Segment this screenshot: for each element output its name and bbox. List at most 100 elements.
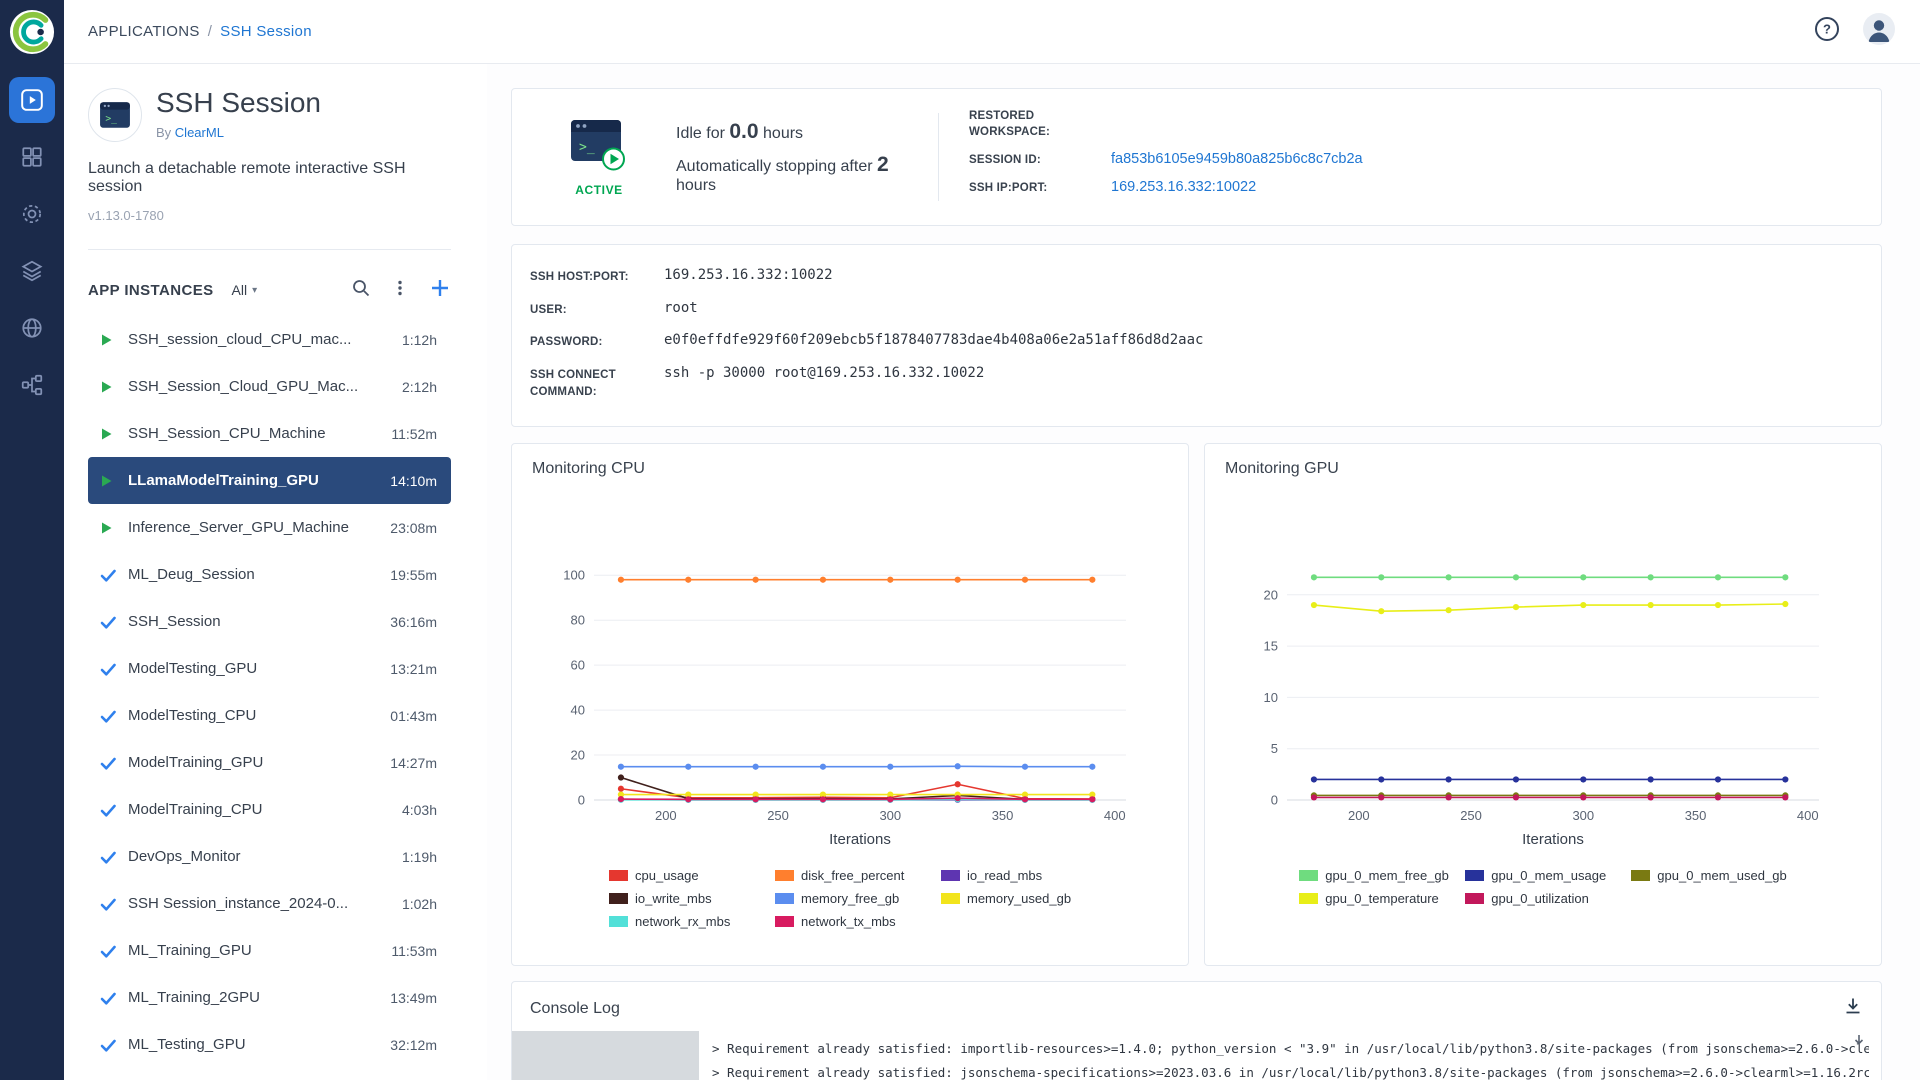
gpu-monitoring-card: Monitoring GPU 05101520200250300350400It…	[1204, 443, 1882, 966]
instance-row[interactable]: ML_Training_GPU11:53m	[88, 927, 451, 974]
instance-row[interactable]: ModelTesting_CPU01:43m	[88, 692, 451, 739]
session-id-link[interactable]: fa853b6105e9459b80a825b6c8c7cb2a	[1111, 151, 1363, 167]
clearml-vendor-link[interactable]: ClearML	[175, 125, 224, 140]
svg-text:80: 80	[571, 613, 585, 628]
instance-name: ModelTesting_CPU	[128, 707, 378, 724]
instance-row[interactable]: LLamaModelTraining_GPU14:10m	[88, 457, 451, 504]
app-sidebar: >_ SSH Session By ClearML Launch a detac…	[64, 64, 487, 1080]
app-byline: By ClearML	[156, 125, 321, 140]
svg-text:Iterations: Iterations	[1522, 831, 1584, 848]
instance-duration: 1:19h	[402, 849, 437, 865]
svg-text:200: 200	[1348, 808, 1370, 823]
session-id-label: SESSION ID:	[969, 152, 1111, 169]
chevron-down-icon: ▾	[252, 285, 257, 296]
legend-item[interactable]: gpu_0_mem_used_gb	[1631, 868, 1786, 883]
completed-status-icon	[98, 847, 128, 867]
nav-reports-icon[interactable]	[9, 305, 55, 351]
legend-item[interactable]: io_read_mbs	[941, 868, 1091, 883]
instance-row[interactable]: ML_Deug_Session19:55m	[88, 551, 451, 598]
instance-row[interactable]: ModelTraining_GPU14:27m	[88, 739, 451, 786]
legend-item[interactable]: cpu_usage	[609, 868, 759, 883]
user-avatar[interactable]	[1862, 12, 1896, 51]
legend-swatch	[775, 870, 794, 881]
vertical-divider	[938, 113, 939, 201]
instance-row[interactable]: SSH_Session36:16m	[88, 598, 451, 645]
add-instance-button[interactable]	[429, 277, 451, 304]
instance-duration: 36:16m	[390, 614, 437, 630]
instance-name: SSH Session_instance_2024-0...	[128, 895, 390, 912]
running-status-icon	[98, 332, 128, 348]
instance-name: ModelTesting_GPU	[128, 660, 378, 677]
gpu-chart-legend: gpu_0_mem_free_gb gpu_0_mem_usage gpu_0_me…	[1225, 868, 1861, 906]
legend-item[interactable]: gpu_0_utilization	[1465, 891, 1615, 906]
legend-item[interactable]: gpu_0_mem_usage	[1465, 868, 1615, 883]
legend-item[interactable]: memory_free_gb	[775, 891, 925, 906]
instance-duration: 11:52m	[391, 426, 437, 442]
instance-row[interactable]: DevOps_Monitor 1:19h	[88, 833, 451, 880]
breadcrumb-current-page[interactable]: SSH Session	[220, 23, 312, 40]
download-log-icon[interactable]	[1843, 996, 1863, 1021]
instance-row[interactable]: SSH_Session_Cloud_GPU_Mac...2:12h	[88, 363, 451, 410]
log-line: > Requirement already satisfied: jsonsch…	[712, 1061, 1869, 1080]
completed-status-icon	[98, 706, 128, 726]
instance-name: SSH_Session_Cloud_GPU_Mac...	[128, 378, 390, 395]
instance-row[interactable]: SSH_Session_CPU_Machine11:52m	[88, 410, 451, 457]
instance-name: DevOps_Monitor	[128, 848, 390, 865]
info-value: root	[664, 300, 698, 316]
instance-name: SSH_session_cloud_CPU_mac...	[128, 331, 390, 348]
ssh-ip-port-link[interactable]: 169.253.16.332:10022	[1111, 179, 1256, 195]
clearml-logo-icon[interactable]	[9, 9, 55, 55]
legend-item[interactable]: memory_used_gb	[941, 891, 1091, 906]
instance-name: ML_Training_2GPU	[128, 989, 378, 1006]
svg-text:40: 40	[571, 703, 585, 718]
nav-workers-icon[interactable]	[9, 191, 55, 237]
completed-status-icon	[98, 894, 128, 914]
svg-text:250: 250	[767, 808, 789, 823]
connection-info-card: SSH HOST:PORT:169.253.16.332:10022USER:r…	[511, 244, 1882, 427]
legend-item[interactable]: io_write_mbs	[609, 891, 759, 906]
instance-row[interactable]: ModelTraining_CPU4:03h	[88, 786, 451, 833]
info-label: SSH CONNECT COMMAND:	[530, 365, 664, 400]
breadcrumb-applications[interactable]: APPLICATIONS	[88, 23, 200, 40]
nav-datasets-icon[interactable]	[9, 248, 55, 294]
chart-title: Monitoring GPU	[1225, 460, 1861, 478]
svg-text:400: 400	[1797, 808, 1819, 823]
svg-text:200: 200	[655, 808, 677, 823]
legend-item[interactable]: gpu_0_temperature	[1299, 891, 1449, 906]
nav-applications-icon[interactable]	[9, 77, 55, 123]
completed-status-icon	[98, 565, 128, 585]
kebab-menu-icon[interactable]	[391, 279, 409, 302]
instance-duration: 23:08m	[390, 520, 437, 536]
info-value: e0f0effdfe929f60f209ebcb5f1878407783dae4…	[664, 332, 1203, 348]
search-icon[interactable]	[351, 278, 371, 303]
legend-swatch	[1299, 893, 1318, 904]
legend-label: memory_free_gb	[801, 891, 899, 906]
scroll-to-end-icon[interactable]	[1851, 1033, 1867, 1054]
nav-projects-icon[interactable]	[9, 134, 55, 180]
svg-text:15: 15	[1264, 639, 1278, 654]
instances-filter-dropdown[interactable]: All ▾	[232, 282, 258, 298]
help-icon[interactable]: ?	[1814, 16, 1840, 47]
console-log-viewport[interactable]: > Requirement already satisfied: importl…	[512, 1031, 1881, 1080]
app-instances-title: APP INSTANCES	[88, 282, 214, 299]
legend-item[interactable]: gpu_0_mem_free_gb	[1299, 868, 1449, 883]
instance-row[interactable]: ML_Training_2GPU13:49m	[88, 974, 451, 1021]
legend-item[interactable]: disk_free_percent	[775, 868, 925, 883]
info-label: SSH HOST:PORT:	[530, 267, 664, 286]
nav-pipelines-icon[interactable]	[9, 362, 55, 408]
completed-status-icon	[98, 1035, 128, 1055]
instance-row[interactable]: SSH Session_instance_2024-0...1:02h	[88, 880, 451, 927]
instance-row[interactable]: ModelTesting_GPU13:21m	[88, 645, 451, 692]
info-row: SSH HOST:PORT:169.253.16.332:10022	[530, 267, 1857, 286]
info-row: PASSWORD:e0f0effdfe929f60f209ebcb5f18784…	[530, 332, 1857, 351]
legend-swatch	[609, 916, 628, 927]
instance-row[interactable]: Inference_Server_GPU_Machine23:08m	[88, 504, 451, 551]
instance-row[interactable]: ML_Testing_GPU32:12m	[88, 1021, 451, 1068]
svg-text:0: 0	[1271, 793, 1278, 808]
gpu-chart-plot: 05101520200250300350400Iterations	[1225, 552, 1865, 852]
legend-item[interactable]: network_rx_mbs	[609, 914, 759, 929]
instance-row[interactable]: SSH_session_cloud_CPU_mac...1:12h	[88, 316, 451, 363]
legend-item[interactable]: network_tx_mbs	[775, 914, 925, 929]
svg-text:400: 400	[1104, 808, 1126, 823]
legend-label: gpu_0_mem_free_gb	[1325, 868, 1449, 883]
